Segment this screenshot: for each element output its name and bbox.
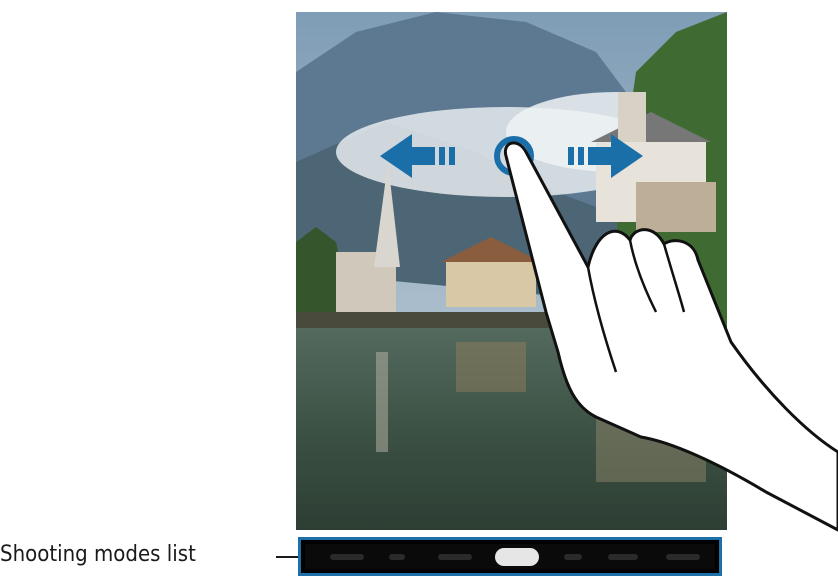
swipe-left-arrow-icon	[380, 134, 455, 178]
mode-item[interactable]	[389, 553, 405, 560]
mode-item[interactable]	[330, 553, 364, 560]
mode-item[interactable]	[438, 553, 472, 560]
mode-item-selected[interactable]	[495, 547, 539, 566]
swipe-right-arrow-icon	[568, 134, 643, 178]
pointing-hand-icon	[503, 141, 838, 532]
mode-item[interactable]	[564, 553, 582, 560]
mode-item[interactable]	[608, 553, 638, 560]
mode-bar-track	[305, 544, 715, 569]
callout-leader-line	[276, 556, 298, 558]
shooting-modes-list[interactable]	[298, 537, 722, 576]
callout-label: Shooting modes list	[0, 542, 196, 567]
swipe-gesture-overlay	[380, 134, 838, 532]
mode-item[interactable]	[666, 553, 700, 560]
